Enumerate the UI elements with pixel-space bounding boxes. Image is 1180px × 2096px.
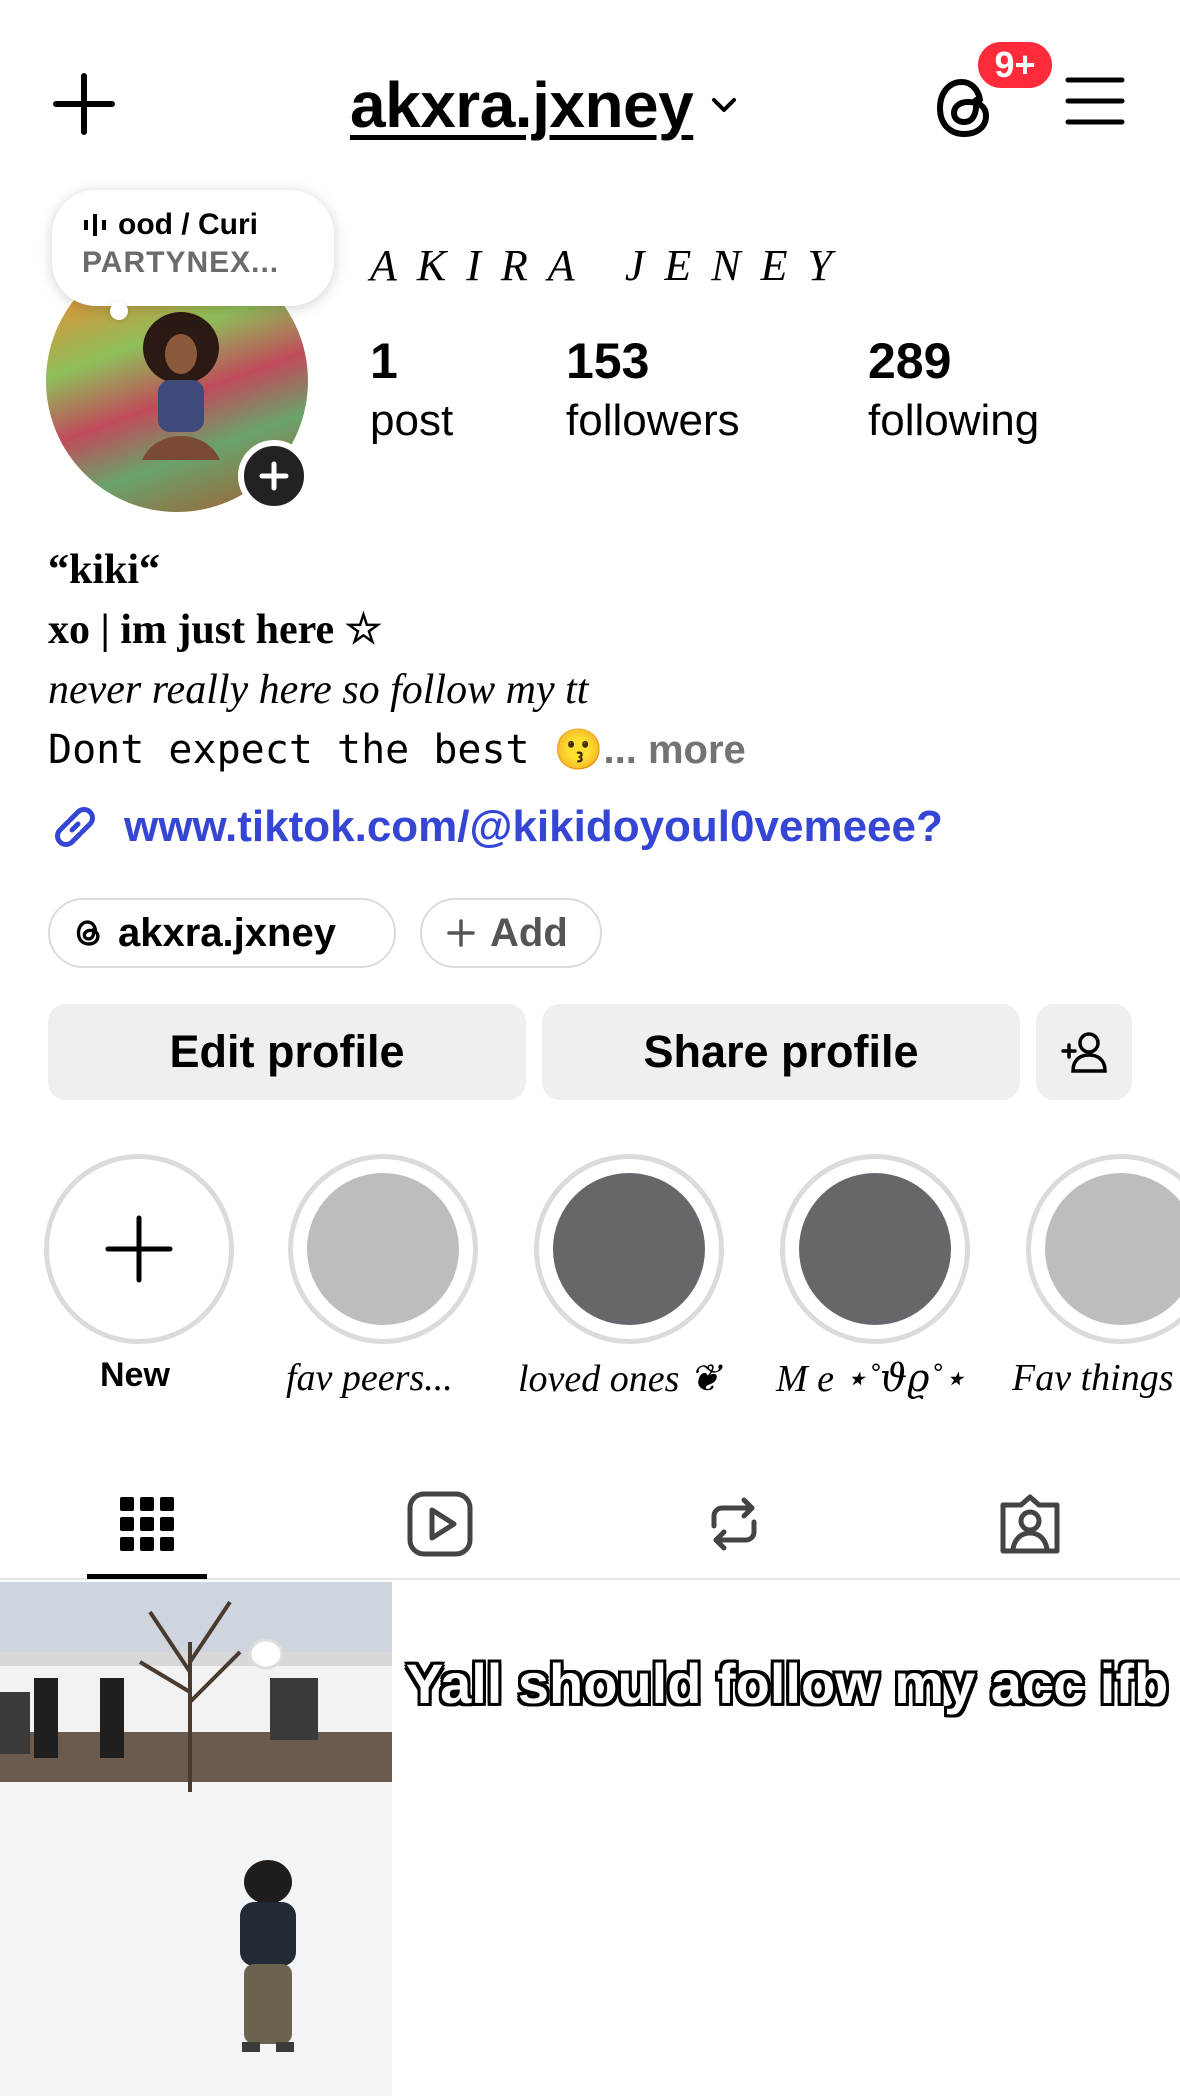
- note-song: ood / Curi: [118, 208, 258, 241]
- highlight-cover: [307, 1173, 459, 1325]
- grid-icon: [120, 1497, 174, 1551]
- edit-profile-button[interactable]: Edit profile: [48, 1004, 526, 1100]
- plus-icon: [259, 461, 289, 491]
- discover-people-button[interactable]: [1036, 1004, 1132, 1100]
- add-chip[interactable]: Add: [420, 898, 602, 968]
- add-chip-label: Add: [490, 910, 568, 955]
- stat-posts[interactable]: 1 post: [370, 330, 453, 450]
- tagged-icon: [1000, 1494, 1060, 1554]
- stat-count: 1: [370, 333, 398, 389]
- notification-badge: 9+: [974, 38, 1056, 92]
- reposts-icon: [711, 1497, 757, 1551]
- highlight-cover: [799, 1173, 951, 1325]
- bio-line-text: Dont expect the best 😗: [48, 727, 604, 773]
- post-caption-overlay: Yall should follow my acc ifb: [405, 1652, 1169, 1715]
- highlight-cover: [553, 1173, 705, 1325]
- menu-icon[interactable]: [1064, 74, 1126, 128]
- highlight-label: loved ones ❦: [518, 1358, 721, 1400]
- link-url: www.tiktok.com/@kikidoyoul0vemeee?: [124, 802, 943, 851]
- stat-label: following: [868, 396, 1040, 445]
- highlight-item[interactable]: [534, 1154, 724, 1344]
- account-switcher[interactable]: akxra.jxney: [350, 60, 741, 150]
- bio-link[interactable]: www.tiktok.com/@kikidoyoul0vemeee?: [48, 800, 943, 854]
- highlight-item[interactable]: [288, 1154, 478, 1344]
- display-name: AKIRA JENEY: [370, 241, 852, 290]
- stat-count: 289: [868, 333, 952, 389]
- chevron-down-icon: [712, 98, 737, 112]
- bio-line: never really here so follow my tt: [48, 667, 589, 713]
- stat-following[interactable]: 289 following: [868, 330, 1039, 450]
- note-artist: PARTYNEX...: [82, 246, 280, 279]
- new-highlight-label: New: [100, 1356, 170, 1394]
- active-tab-indicator: [87, 1574, 207, 1579]
- bio-more-link[interactable]: ... more: [604, 728, 746, 772]
- post-photo: [0, 1582, 392, 2096]
- share-profile-button[interactable]: Share profile: [542, 1004, 1020, 1100]
- tab-grid[interactable]: [87, 1470, 207, 1578]
- note-bubble-tail: [110, 302, 128, 320]
- highlight-item[interactable]: [780, 1154, 970, 1344]
- stat-count: 153: [566, 333, 650, 389]
- tab-reposts[interactable]: [674, 1470, 794, 1578]
- highlight-label: M e ⋆˚𝜗𝜚˚⋆: [776, 1358, 966, 1400]
- add-person-icon: [1061, 1032, 1107, 1073]
- plus-icon: [447, 919, 475, 947]
- threads-chip[interactable]: akxra.jxney: [48, 898, 396, 968]
- highlight-label: fav peers...: [286, 1357, 453, 1399]
- tab-tagged[interactable]: [970, 1470, 1090, 1578]
- note-bubble[interactable]: ood / Curi PARTYNEX...: [52, 190, 334, 306]
- reels-icon: [407, 1491, 473, 1557]
- stat-followers[interactable]: 153 followers: [566, 330, 740, 450]
- create-post-icon[interactable]: [48, 68, 120, 140]
- bio-line: Dont expect the best 😗... more: [48, 720, 1148, 780]
- stat-label: post: [370, 396, 454, 445]
- plus-icon: [105, 1215, 173, 1283]
- post-thumbnail[interactable]: [0, 1582, 392, 2096]
- music-bars-icon: [84, 214, 106, 236]
- add-story-button[interactable]: [238, 440, 310, 512]
- highlight-cover: [1045, 1173, 1180, 1325]
- stat-label: followers: [566, 396, 740, 445]
- highlight-label: Fav things: [1012, 1357, 1174, 1399]
- bio-line: xo | im just here ☆: [48, 607, 383, 653]
- new-highlight-button[interactable]: [44, 1154, 234, 1344]
- bio: “kiki“ xo | im just here ☆ never really …: [48, 540, 1148, 780]
- highlight-item[interactable]: [1026, 1154, 1180, 1344]
- threads-chip-label: akxra.jxney: [118, 910, 336, 955]
- username: akxra.jxney: [350, 69, 694, 141]
- top-bar: akxra.jxney 9+: [0, 0, 1180, 200]
- tab-reels[interactable]: [380, 1470, 500, 1578]
- threads-icon: [76, 920, 100, 946]
- profile-tabs: [0, 1470, 1180, 1580]
- link-icon: [55, 807, 95, 847]
- post-thumbnail[interactable]: Yall should follow my acc ifb: [392, 1582, 1180, 2096]
- bio-name: “kiki“: [48, 547, 161, 593]
